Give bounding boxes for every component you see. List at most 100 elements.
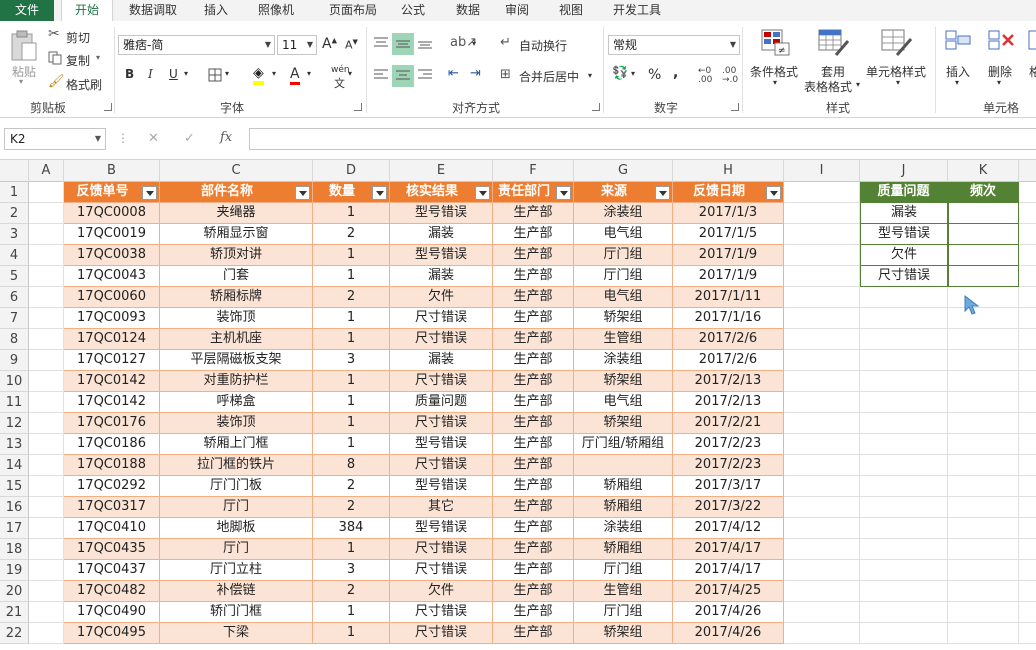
table-cell[interactable]: 轿厢组 (574, 497, 673, 518)
tab-item[interactable]: 公式 (395, 0, 431, 21)
table-cell[interactable]: 生产部 (493, 602, 574, 623)
table-cell[interactable]: 1 (313, 329, 390, 350)
grid-cell[interactable] (948, 350, 1019, 371)
paste-button[interactable]: 粘贴 (12, 63, 36, 80)
table-cell[interactable]: 2017/4/25 (673, 581, 784, 602)
grid-cell[interactable] (948, 434, 1019, 455)
row-header[interactable]: 9 (0, 350, 29, 371)
table-cell[interactable]: 生产部 (493, 413, 574, 434)
summary-count-cell[interactable] (948, 245, 1019, 266)
filter-dropdown-icon[interactable] (142, 186, 157, 200)
table-cell[interactable]: 2 (313, 476, 390, 497)
summary-count-cell[interactable] (948, 266, 1019, 287)
insert-cells-arrow[interactable]: ▾ (955, 78, 959, 87)
table-cell[interactable]: 生产部 (493, 497, 574, 518)
table-cell[interactable]: 2017/2/13 (673, 392, 784, 413)
grid-cell[interactable] (948, 329, 1019, 350)
column-header[interactable]: D (313, 160, 390, 182)
accounting-format-arrow[interactable]: ▾ (631, 69, 635, 78)
grid-cell[interactable] (948, 476, 1019, 497)
table-cell[interactable]: 生产部 (493, 308, 574, 329)
row-header[interactable]: 21 (0, 602, 29, 623)
summary-count-cell[interactable] (948, 203, 1019, 224)
scissors-icon[interactable]: ✂ (48, 26, 60, 42)
table-cell[interactable]: 384 (313, 518, 390, 539)
filter-dropdown-icon[interactable] (295, 186, 310, 200)
grid-cell[interactable] (860, 392, 948, 413)
column-header[interactable]: C (160, 160, 313, 182)
summary-item-cell[interactable]: 尺寸错误 (860, 266, 948, 287)
grid-cell[interactable] (948, 371, 1019, 392)
grid-cell[interactable] (948, 287, 1019, 308)
format-painter-button[interactable]: 格式刷 (66, 76, 102, 93)
decrease-indent-icon[interactable]: ⇤ (448, 66, 459, 81)
grid-cell[interactable] (29, 476, 64, 497)
wrap-text-icon[interactable]: ↵ (500, 35, 511, 50)
conditional-format-arrow[interactable]: ▾ (773, 78, 777, 87)
table-cell[interactable]: 17QC0142 (64, 392, 160, 413)
grid-cell[interactable] (1019, 308, 1036, 329)
table-cell[interactable]: 2017/2/6 (673, 350, 784, 371)
delete-cells-icon[interactable] (987, 29, 1017, 57)
table-cell[interactable]: 尺寸错误 (390, 308, 493, 329)
grid-cell[interactable] (784, 266, 860, 287)
table-cell[interactable]: 17QC0019 (64, 224, 160, 245)
table-cell[interactable]: 轿厢组 (574, 476, 673, 497)
table-cell[interactable]: 尺寸错误 (390, 329, 493, 350)
number-format-dropdown[interactable]: 常规 ▼ (608, 35, 740, 55)
orientation-arrow[interactable]: ▾ (472, 39, 476, 48)
column-header[interactable]: B (64, 160, 160, 182)
tab-item[interactable]: 数据 (441, 0, 495, 21)
delete-cells-arrow[interactable]: ▾ (997, 78, 1001, 87)
grid-cell[interactable] (1019, 434, 1036, 455)
grid-cell[interactable] (29, 287, 64, 308)
table-cell[interactable]: 17QC0142 (64, 371, 160, 392)
table-cell[interactable]: 2017/2/13 (673, 371, 784, 392)
grid-cell[interactable] (29, 266, 64, 287)
table-cell[interactable]: 17QC0060 (64, 287, 160, 308)
row-header[interactable]: 2 (0, 203, 29, 224)
table-cell[interactable]: 生产部 (493, 560, 574, 581)
border-icon[interactable] (208, 68, 222, 82)
table-cell[interactable]: 8 (313, 455, 390, 476)
cut-button[interactable]: 剪切 (66, 29, 90, 46)
table-cell[interactable]: 1 (313, 434, 390, 455)
grid-cell[interactable] (860, 539, 948, 560)
table-cell[interactable]: 补偿链 (160, 581, 313, 602)
summary-header-cell[interactable]: 频次 (948, 182, 1019, 203)
table-cell[interactable]: 轿厢组 (574, 539, 673, 560)
table-cell[interactable]: 2 (313, 287, 390, 308)
grid-cell[interactable] (948, 392, 1019, 413)
table-cell[interactable]: 生产部 (493, 224, 574, 245)
table-cell[interactable]: 尺寸错误 (390, 371, 493, 392)
table-cell[interactable]: 17QC0127 (64, 350, 160, 371)
grid-cell[interactable] (784, 308, 860, 329)
grid-cell[interactable] (1019, 203, 1036, 224)
table-header-cell[interactable]: 部件名称 (160, 182, 313, 203)
row-header[interactable]: 15 (0, 476, 29, 497)
phonetic-arrow[interactable]: ▾ (348, 69, 352, 78)
wrap-text-button[interactable]: 自动换行 (519, 37, 567, 54)
grid-cell[interactable] (860, 329, 948, 350)
increase-indent-icon[interactable]: ⇥ (470, 66, 481, 81)
table-cell[interactable]: 1 (313, 371, 390, 392)
grid-cell[interactable] (860, 518, 948, 539)
summary-item-cell[interactable]: 漏装 (860, 203, 948, 224)
grid-cell[interactable] (29, 224, 64, 245)
grid-cell[interactable] (1019, 413, 1036, 434)
grid-cell[interactable] (1019, 560, 1036, 581)
row-header[interactable]: 6 (0, 287, 29, 308)
grid-cell[interactable] (948, 602, 1019, 623)
grid-cell[interactable] (860, 434, 948, 455)
table-cell[interactable]: 夹绳器 (160, 203, 313, 224)
table-cell[interactable]: 1 (313, 203, 390, 224)
table-cell[interactable]: 生产部 (493, 266, 574, 287)
cancel-icon[interactable]: ✕ (148, 131, 159, 146)
grid-cell[interactable] (784, 224, 860, 245)
table-cell[interactable]: 厅门立柱 (160, 560, 313, 581)
grid-cell[interactable] (860, 371, 948, 392)
table-cell[interactable]: 欠件 (390, 581, 493, 602)
table-cell[interactable]: 2017/1/3 (673, 203, 784, 224)
grid-cell[interactable] (860, 497, 948, 518)
row-header[interactable]: 4 (0, 245, 29, 266)
